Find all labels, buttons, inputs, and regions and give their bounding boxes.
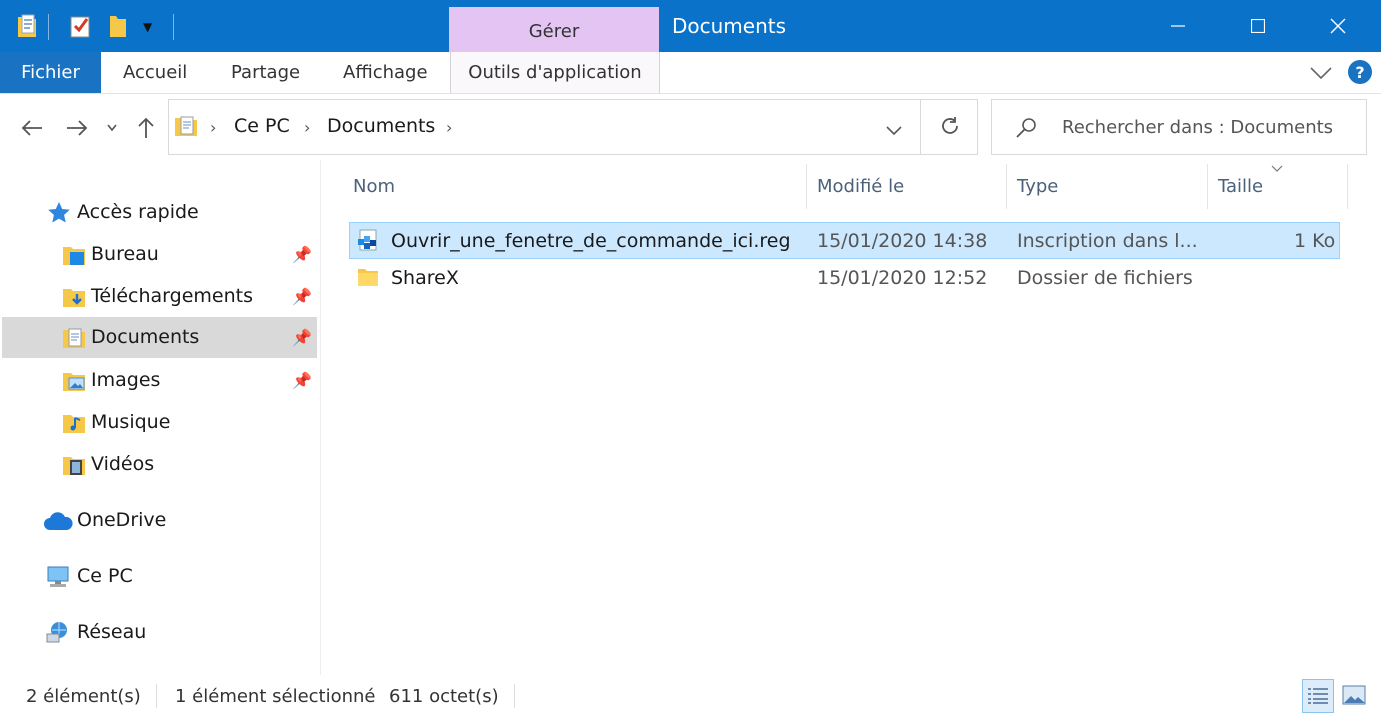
breadcrumb-ce-pc[interactable]: Ce PC bbox=[234, 115, 290, 137]
column-header-taille[interactable]: Taille bbox=[1218, 176, 1263, 197]
nav-label: Musique bbox=[91, 411, 171, 433]
downloads-folder-icon bbox=[62, 285, 86, 314]
sort-indicator-icon bbox=[1271, 158, 1283, 177]
minimize-icon bbox=[1171, 25, 1185, 27]
minimize-button[interactable] bbox=[1138, 0, 1218, 52]
column-header-type[interactable]: Type bbox=[1017, 176, 1058, 197]
nav-label: Réseau bbox=[77, 621, 147, 643]
large-icons-view-button[interactable] bbox=[1342, 685, 1366, 709]
nav-item-musique[interactable]: Musique bbox=[0, 403, 317, 443]
file-modified: 15/01/2020 12:52 bbox=[817, 267, 988, 289]
column-header-modifie[interactable]: Modifié le bbox=[817, 176, 904, 197]
chevron-down-icon bbox=[1310, 67, 1332, 80]
properties-icon[interactable] bbox=[16, 13, 38, 43]
window-title: Documents bbox=[672, 14, 787, 38]
documents-folder-icon bbox=[174, 114, 198, 142]
star-icon bbox=[47, 201, 71, 230]
tab-fichier[interactable]: Fichier bbox=[0, 52, 101, 93]
close-button[interactable] bbox=[1298, 0, 1378, 52]
thumbnail-view-icon bbox=[1342, 685, 1366, 705]
music-folder-icon bbox=[62, 411, 86, 440]
new-folder-icon[interactable] bbox=[108, 13, 128, 43]
search-icon bbox=[1014, 116, 1038, 144]
nav-ce-pc[interactable]: Ce PC bbox=[0, 557, 317, 597]
nav-label: Ce PC bbox=[77, 565, 133, 587]
breadcrumb-separator-icon[interactable]: › bbox=[210, 118, 216, 137]
pin-icon[interactable]: 📌 bbox=[292, 245, 312, 264]
documents-folder-icon bbox=[62, 326, 86, 355]
ribbon: Fichier Accueil Partage Affichage Outils… bbox=[0, 52, 1381, 94]
folder-icon bbox=[357, 266, 379, 292]
search-input[interactable]: Rechercher dans : Documents bbox=[991, 99, 1367, 155]
title-bar: ▼ Gérer Documents bbox=[0, 0, 1381, 52]
maximize-button[interactable] bbox=[1218, 0, 1298, 52]
nav-label: Vidéos bbox=[91, 453, 155, 475]
checkbox-icon[interactable] bbox=[68, 13, 92, 43]
chevron-down-icon bbox=[886, 126, 902, 136]
file-name: ShareX bbox=[391, 267, 459, 289]
nav-reseau[interactable]: Réseau bbox=[0, 613, 317, 653]
nav-label: Téléchargements bbox=[91, 285, 253, 307]
file-type: Inscription dans l... bbox=[1017, 230, 1198, 252]
details-view-icon bbox=[1308, 688, 1328, 704]
tab-accueil[interactable]: Accueil bbox=[123, 52, 187, 93]
back-button[interactable] bbox=[18, 112, 46, 144]
desktop-folder-icon bbox=[62, 243, 86, 272]
recent-locations-button[interactable] bbox=[104, 112, 120, 144]
address-history-button[interactable] bbox=[886, 121, 902, 140]
tab-affichage[interactable]: Affichage bbox=[343, 52, 428, 93]
up-button[interactable] bbox=[134, 112, 158, 144]
ribbon-expand-button[interactable] bbox=[1310, 65, 1332, 84]
pin-icon[interactable]: 📌 bbox=[292, 328, 312, 347]
arrow-left-icon bbox=[21, 120, 42, 136]
file-type: Dossier de fichiers bbox=[1017, 267, 1193, 289]
computer-icon bbox=[45, 564, 71, 595]
nav-quick-access[interactable]: Accès rapide bbox=[0, 193, 317, 233]
refresh-icon bbox=[942, 117, 958, 134]
qat-dropdown-icon[interactable]: ▼ bbox=[143, 20, 152, 34]
nav-label: Images bbox=[91, 369, 161, 391]
status-item-count: 2 élément(s) bbox=[26, 686, 141, 707]
videos-folder-icon bbox=[62, 453, 86, 482]
pin-icon[interactable]: 📌 bbox=[292, 287, 312, 306]
nav-label: OneDrive bbox=[77, 509, 167, 531]
breadcrumb-separator-icon[interactable]: › bbox=[446, 118, 452, 137]
status-selected-size: 611 octet(s) bbox=[389, 686, 499, 707]
registry-file-icon bbox=[356, 229, 380, 257]
arrow-right-icon bbox=[67, 120, 88, 136]
pin-icon[interactable]: 📌 bbox=[292, 371, 312, 390]
tab-outils-application[interactable]: Outils d'application bbox=[450, 52, 660, 93]
chevron-down-icon bbox=[107, 124, 117, 132]
file-modified: 15/01/2020 14:38 bbox=[817, 230, 988, 252]
file-name: Ouvrir_une_fenetre_de_commande_ici.reg bbox=[391, 230, 791, 252]
arrow-up-icon bbox=[138, 117, 154, 138]
contextual-tab-gerer[interactable]: Gérer bbox=[449, 7, 659, 52]
nav-label: Bureau bbox=[91, 243, 159, 265]
status-selected-count: 1 élément sélectionné bbox=[175, 686, 376, 707]
cloud-icon bbox=[43, 510, 73, 537]
details-view-button[interactable] bbox=[1302, 679, 1334, 713]
breadcrumb-documents[interactable]: Documents bbox=[327, 115, 435, 137]
forward-button[interactable] bbox=[63, 112, 91, 144]
nav-onedrive[interactable]: OneDrive bbox=[0, 501, 317, 541]
column-header-nom[interactable]: Nom bbox=[353, 176, 395, 197]
search-placeholder: Rechercher dans : Documents bbox=[1062, 117, 1334, 138]
nav-item-documents[interactable]: Documents 📌 bbox=[2, 317, 317, 358]
tab-partage[interactable]: Partage bbox=[231, 52, 300, 93]
nav-label: Accès rapide bbox=[77, 201, 199, 223]
nav-item-videos[interactable]: Vidéos bbox=[0, 445, 317, 485]
breadcrumb-separator-icon[interactable]: › bbox=[304, 118, 310, 137]
file-size: 1 Ko bbox=[1294, 230, 1336, 252]
help-icon[interactable]: ? bbox=[1348, 60, 1372, 84]
nav-item-bureau[interactable]: Bureau 📌 bbox=[0, 235, 317, 275]
pane-divider[interactable] bbox=[320, 160, 321, 675]
maximize-icon bbox=[1251, 19, 1265, 33]
nav-label: Documents bbox=[91, 326, 200, 348]
close-icon bbox=[1330, 18, 1346, 34]
nav-item-images[interactable]: Images 📌 bbox=[0, 361, 317, 401]
network-icon bbox=[45, 620, 71, 651]
nav-item-telechargements[interactable]: Téléchargements 📌 bbox=[0, 277, 317, 317]
pictures-folder-icon bbox=[62, 369, 86, 398]
refresh-button[interactable] bbox=[939, 115, 961, 141]
